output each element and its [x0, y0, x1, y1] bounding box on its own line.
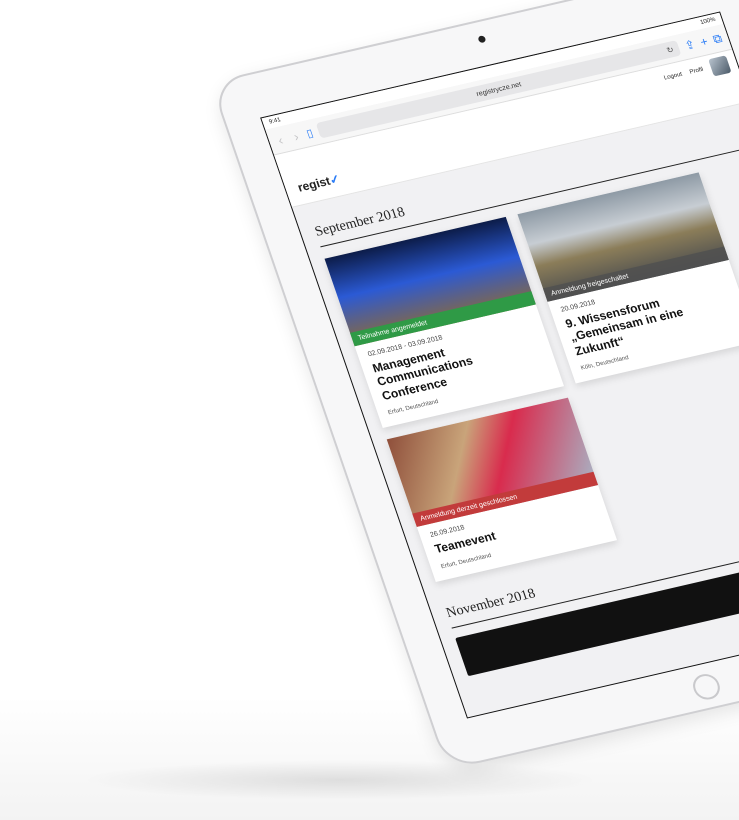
battery-indicator: 100% [699, 16, 717, 26]
chevron-left-icon[interactable]: ‹ [273, 131, 288, 148]
home-button[interactable] [689, 671, 724, 703]
plus-icon[interactable]: + [698, 34, 709, 49]
product-mockup-stage: 9:41 100% ‹ › ▯ registrycze.net ↻ ⇪ + ⧉ … [0, 0, 739, 820]
device-shadow [80, 760, 600, 800]
url-text: registrycze.net [475, 80, 523, 98]
event-card[interactable]: Teilnahme angemeldet 02.09.2018 - 03.09.… [324, 216, 565, 429]
tabs-icon[interactable]: ⧉ [711, 31, 724, 47]
front-camera-icon [477, 35, 487, 44]
site-logo[interactable]: regist✓ [296, 172, 342, 195]
profile-link[interactable]: Profil [689, 67, 704, 76]
status-time: 9:41 [268, 117, 282, 126]
chevron-right-icon[interactable]: › [289, 128, 304, 145]
logout-link[interactable]: Logout [663, 72, 683, 82]
book-icon[interactable]: ▯ [305, 126, 315, 140]
event-card[interactable]: Anmeldung derzeit geschlossen 26.09.2018… [386, 397, 617, 582]
share-icon[interactable]: ⇪ [683, 37, 697, 53]
avatar[interactable] [708, 55, 732, 77]
logo-text: regist [295, 173, 333, 195]
ipad-screen: 9:41 100% ‹ › ▯ registrycze.net ↻ ⇪ + ⧉ … [260, 11, 739, 719]
ipad-device: 9:41 100% ‹ › ▯ registrycze.net ↻ ⇪ + ⧉ … [210, 0, 739, 771]
reload-icon[interactable]: ↻ [665, 45, 674, 55]
